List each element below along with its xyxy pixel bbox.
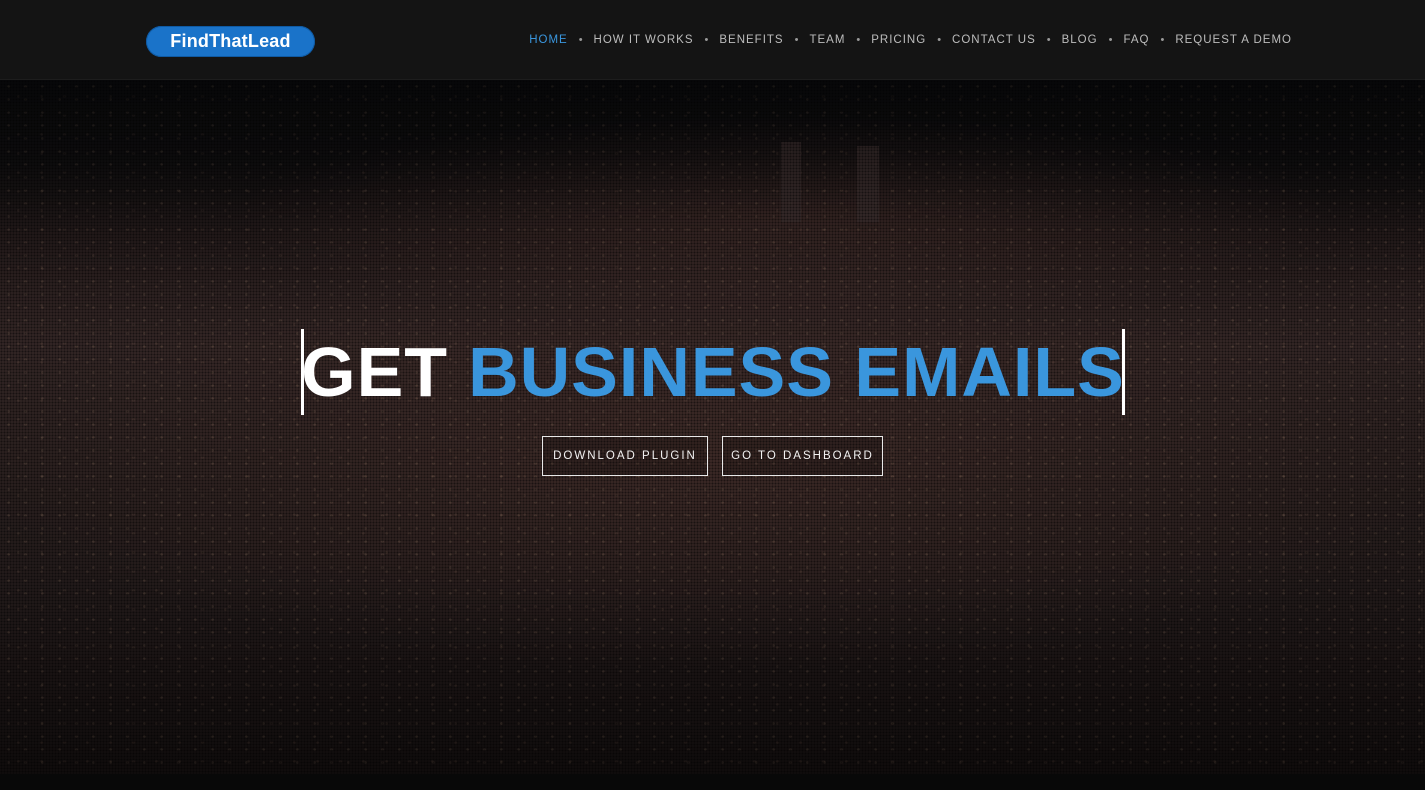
download-plugin-button[interactable]: DOWNLOAD PLUGIN [542,436,708,476]
nav-separator: • [937,34,942,46]
nav-faq[interactable]: FAQ [1123,34,1149,46]
nav-blog[interactable]: BLOG [1062,34,1098,46]
nav-separator: • [704,34,709,46]
nav-separator: • [1160,34,1165,46]
main-nav: HOME • HOW IT WORKS • BENEFITS • TEAM • … [529,32,1292,48]
go-to-dashboard-button[interactable]: GO TO DASHBOARD [722,436,883,476]
nav-separator: • [856,34,861,46]
nav-team[interactable]: TEAM [809,34,845,46]
nav-benefits[interactable]: BENEFITS [719,34,783,46]
nav-how-it-works[interactable]: HOW IT WORKS [594,34,694,46]
top-navbar: FindThatLead HOME • HOW IT WORKS • BENEF… [0,0,1425,80]
nav-pricing[interactable]: PRICING [871,34,926,46]
headline-prefix: GET [301,333,449,411]
hero-headline: GET BUSINESS EMAILS [301,329,1125,415]
nav-home[interactable]: HOME [529,34,568,46]
dot-pattern-overlay [0,80,1425,774]
hero-section: GET BUSINESS EMAILS DOWNLOAD PLUGIN GO T… [0,80,1425,774]
findthatlead-logo[interactable]: FindThatLead [146,26,315,57]
landing-page: FindThatLead HOME • HOW IT WORKS • BENEF… [0,0,1425,790]
headline-highlight: BUSINESS EMAILS [468,333,1125,411]
nav-request-a-demo[interactable]: REQUEST A DEMO [1175,34,1292,46]
bottom-strip [0,774,1425,790]
nav-separator: • [1108,34,1113,46]
nav-contact-us[interactable]: CONTACT US [952,34,1036,46]
nav-separator: • [578,34,583,46]
nav-separator: • [794,34,799,46]
nav-separator: • [1046,34,1051,46]
